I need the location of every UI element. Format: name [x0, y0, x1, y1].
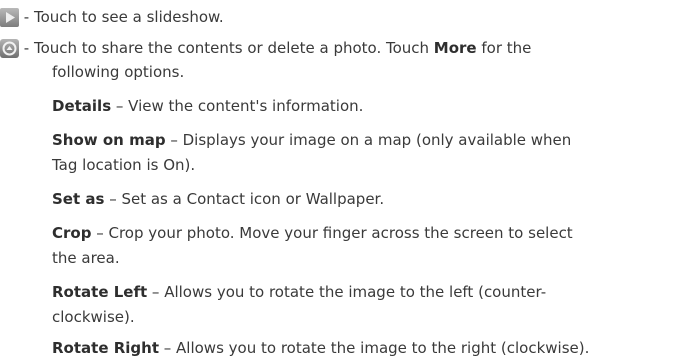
play-icon[interactable] — [0, 8, 19, 27]
option-show-on-map-cont: Tag location is On). — [52, 156, 196, 174]
option-rotate-left: Rotate Left – Allows you to rotate the i… — [52, 283, 547, 301]
option-details: Details – View the content's information… — [52, 97, 364, 115]
option-rotate-left-cont: clockwise). — [52, 308, 135, 326]
option-show-on-map: Show on map – Displays your image on a m… — [52, 131, 572, 149]
option-crop: Crop – Crop your photo. Move your finger… — [52, 224, 573, 242]
option-rotate-right: Rotate Right – Allows you to rotate the … — [52, 339, 590, 357]
slideshow-item: - Touch to see a slideshow. — [0, 6, 224, 28]
option-crop-cont: the area. — [52, 249, 120, 267]
manual-page: - Touch to see a slideshow. - Touch to s… — [0, 0, 676, 360]
menu-item: - Touch to share the contents or delete … — [0, 37, 531, 59]
slideshow-desc: - Touch to see a slideshow. — [19, 8, 224, 26]
menu-desc: - Touch to share the contents or delete … — [19, 39, 532, 57]
more-label: More — [433, 39, 477, 57]
option-set-as: Set as – Set as a Contact icon or Wallpa… — [52, 190, 385, 208]
menu-desc-continuation: following options. — [52, 63, 185, 81]
menu-circle-icon[interactable] — [0, 39, 19, 58]
